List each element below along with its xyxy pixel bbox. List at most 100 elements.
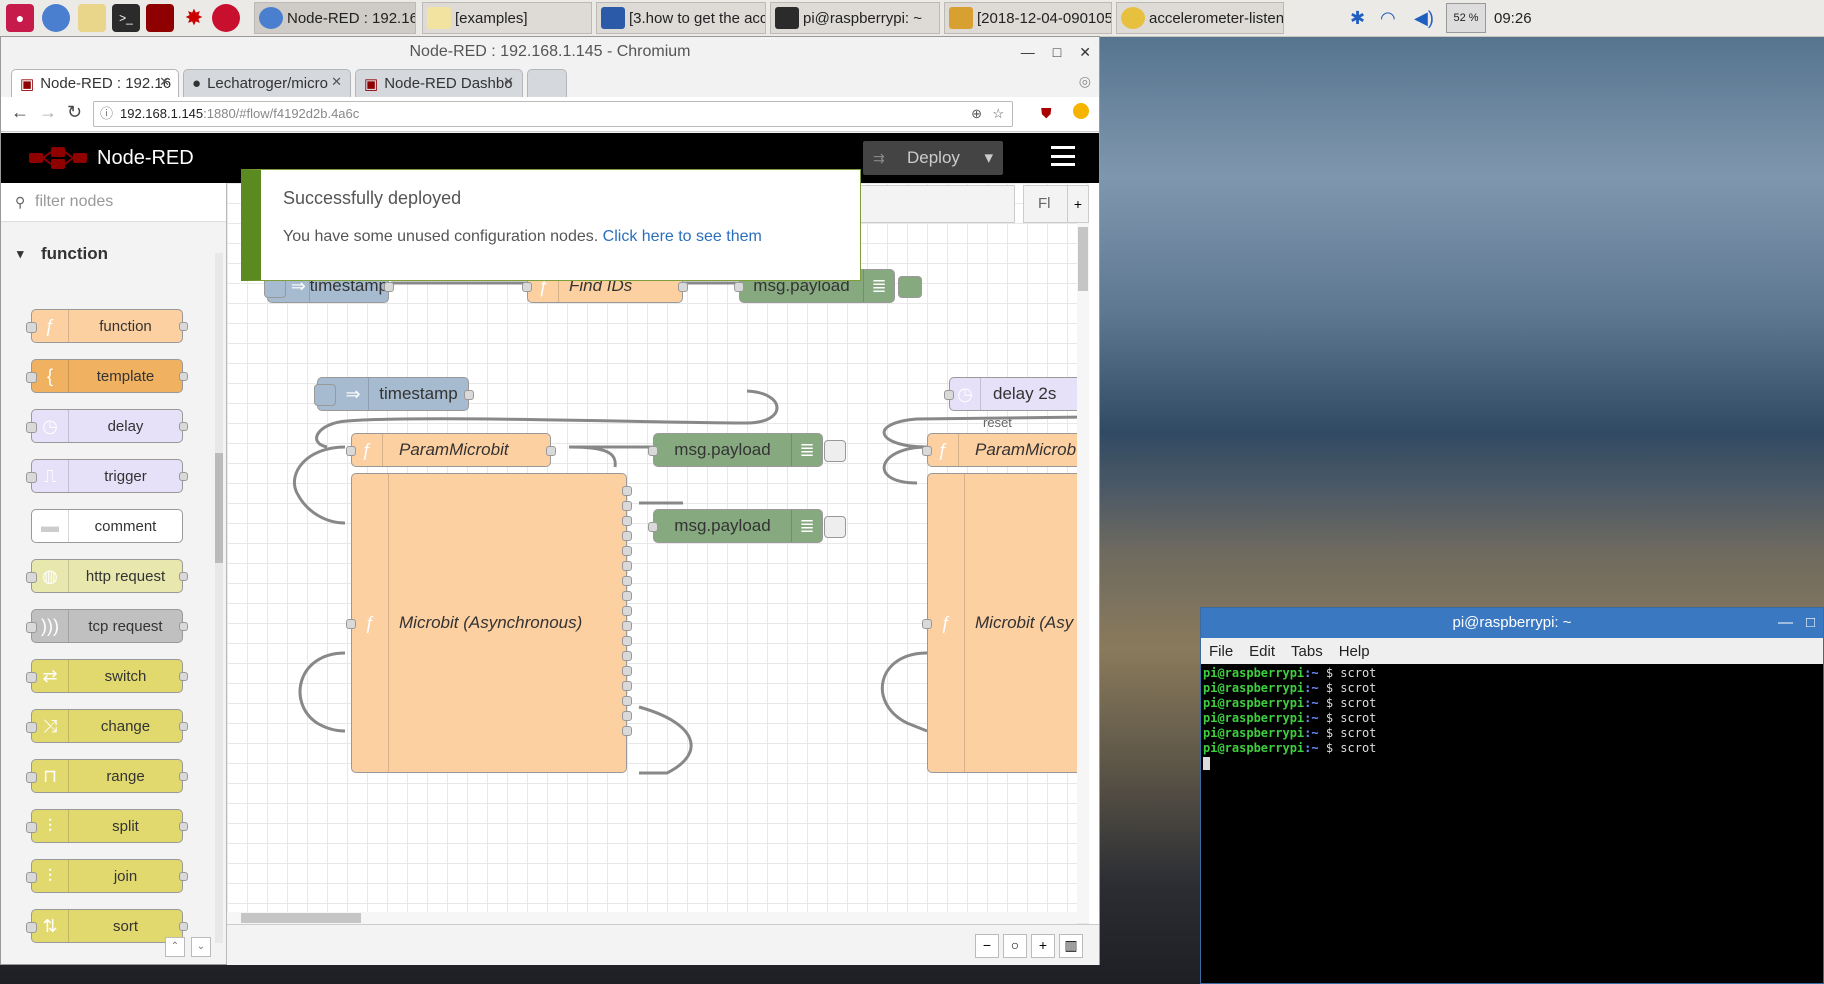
navigator-map-icon[interactable]: ▥ xyxy=(1059,934,1083,958)
menu-icon[interactable] xyxy=(1051,146,1075,166)
palette-node[interactable]: ⊓ range xyxy=(26,759,188,793)
tab-close-icon[interactable]: ✕ xyxy=(331,74,342,90)
wolfram-icon[interactable] xyxy=(212,4,240,32)
input-port[interactable] xyxy=(648,522,658,532)
collapse-all-icon[interactable]: ⌃ xyxy=(165,937,185,957)
function-node-param-microbit-2[interactable]: ƒ ParamMicrob xyxy=(922,433,1089,467)
input-port[interactable] xyxy=(522,282,532,292)
output-port[interactable] xyxy=(622,681,632,691)
output-port[interactable] xyxy=(622,561,632,571)
function-node-param-microbit[interactable]: ƒ ParamMicrobit xyxy=(346,433,556,467)
output-port[interactable] xyxy=(622,591,632,601)
tab-close-icon[interactable]: ✕ xyxy=(159,74,170,90)
palette-node[interactable]: ◷ delay xyxy=(26,409,188,443)
minimize-icon[interactable]: — xyxy=(1778,608,1793,638)
output-port[interactable] xyxy=(622,516,632,526)
zoom-in-icon[interactable]: + xyxy=(1031,934,1055,958)
info-icon[interactable]: ⓘ xyxy=(100,102,113,126)
palette-node[interactable]: ƒ function xyxy=(26,309,188,343)
menu-help[interactable]: Help xyxy=(1339,643,1370,660)
output-port[interactable] xyxy=(622,501,632,511)
input-port[interactable] xyxy=(346,619,356,629)
unused-config-link[interactable]: Click here to see them xyxy=(603,228,762,245)
zoom-out-icon[interactable]: − xyxy=(975,934,999,958)
minimize-icon[interactable]: — xyxy=(1021,37,1035,67)
palette-node[interactable]: ⎍ trigger xyxy=(26,459,188,493)
task-file-manager[interactable]: [examples] xyxy=(422,2,592,34)
new-tab-button[interactable] xyxy=(527,69,567,97)
task-chromium[interactable]: Node-RED : 192.168.... xyxy=(254,2,416,34)
palette-scrollbar-thumb[interactable] xyxy=(215,453,223,563)
output-port[interactable] xyxy=(384,282,394,292)
volume-icon[interactable]: ◀) xyxy=(1414,0,1434,36)
node-red-launcher-icon[interactable] xyxy=(146,4,174,32)
terminal-output[interactable]: pi@raspberrypi:~ $ scrot pi@raspberrypi:~… xyxy=(1201,664,1823,772)
function-node-microbit-async[interactable]: ƒ Microbit (Asynchronous) xyxy=(346,473,632,773)
task-editor[interactable]: accelerometer-listene... xyxy=(1116,2,1284,34)
inject-button[interactable] xyxy=(314,384,336,406)
output-port[interactable] xyxy=(464,390,474,400)
canvas-vertical-thumb[interactable] xyxy=(1078,227,1088,291)
profile-icon[interactable]: ◎ xyxy=(1079,73,1091,90)
chevron-down-icon[interactable]: ▾ xyxy=(984,148,993,168)
extension-warning-icon[interactable] xyxy=(1073,103,1089,119)
zoom-reset-icon[interactable]: ○ xyxy=(1003,934,1027,958)
output-port[interactable] xyxy=(622,576,632,586)
forward-icon[interactable]: → xyxy=(39,102,57,123)
input-port[interactable] xyxy=(346,446,356,456)
palette-node[interactable]: ⇄ switch xyxy=(26,659,188,693)
output-port[interactable] xyxy=(622,636,632,646)
delay-node-2s[interactable]: ◷ delay 2s xyxy=(944,377,1089,411)
tab-dashboard[interactable]: ▣ Node-RED Dashbo ✕ xyxy=(355,69,523,97)
canvas-horizontal-thumb[interactable] xyxy=(241,913,361,923)
mathematica-icon[interactable]: ✸ xyxy=(180,4,208,32)
input-port[interactable] xyxy=(922,619,932,629)
menu-file[interactable]: File xyxy=(1209,643,1233,660)
canvas-vertical-scrollbar[interactable] xyxy=(1077,223,1089,923)
debug-toggle-button[interactable] xyxy=(824,516,846,538)
output-port[interactable] xyxy=(622,726,632,736)
palette-node[interactable]: ▬ comment xyxy=(31,509,183,543)
palette-node[interactable]: {template xyxy=(26,359,188,393)
output-port[interactable] xyxy=(622,606,632,616)
address-bar[interactable]: ⓘ 192.168.1.145:1880/#flow/f4192d2b.4a6c… xyxy=(93,101,1013,127)
output-port[interactable] xyxy=(622,546,632,556)
back-icon[interactable]: ← xyxy=(11,102,29,123)
maximize-icon[interactable]: □ xyxy=(1053,37,1061,67)
flow-canvas[interactable]: 1 Fl + xyxy=(227,183,1089,924)
palette-node[interactable]: ⇅ sort xyxy=(26,909,188,943)
zoom-icon[interactable]: ⊕ xyxy=(971,102,982,126)
output-port[interactable] xyxy=(622,531,632,541)
tab-github[interactable]: ● Lechatroger/micro ✕ xyxy=(183,69,351,97)
deploy-button[interactable]: ⇉ Deploy ▾ xyxy=(863,141,1003,175)
wifi-icon[interactable]: ◠ xyxy=(1380,0,1396,36)
input-port[interactable] xyxy=(648,446,658,456)
input-port[interactable] xyxy=(922,446,932,456)
task-image-viewer[interactable]: [2018-12-04-090105_... xyxy=(944,2,1112,34)
output-port[interactable] xyxy=(622,651,632,661)
output-port[interactable] xyxy=(546,446,556,456)
tab-close-icon[interactable]: ✕ xyxy=(503,74,514,90)
inject-node-timestamp-2[interactable]: ⇒ timestamp xyxy=(314,377,474,411)
task-terminal[interactable]: pi@raspberrypi: ~ xyxy=(770,2,940,34)
output-port[interactable] xyxy=(622,486,632,496)
filter-nodes-input[interactable]: ⚲ filter nodes xyxy=(1,183,226,222)
close-icon[interactable]: ✕ xyxy=(1079,37,1091,67)
expand-all-icon[interactable]: ⌄ xyxy=(191,937,211,957)
maximize-icon[interactable]: □ xyxy=(1806,608,1815,638)
debug-toggle-button[interactable] xyxy=(824,440,846,462)
output-port[interactable] xyxy=(678,282,688,292)
output-port[interactable] xyxy=(622,711,632,721)
tab-node-red[interactable]: ▣ Node-RED : 192.16 ✕ xyxy=(11,69,179,97)
terminal-launcher-icon[interactable]: >_ xyxy=(112,4,140,32)
output-port[interactable] xyxy=(622,696,632,706)
function-node-microbit-async-2[interactable]: ƒ Microbit (Asy xyxy=(922,473,1089,773)
menu-tabs[interactable]: Tabs xyxy=(1291,643,1323,660)
input-port[interactable] xyxy=(734,282,744,292)
menu-edit[interactable]: Edit xyxy=(1249,643,1275,660)
debug-node-msg-payload-3[interactable]: msg.payload ≣ xyxy=(648,509,846,543)
palette-node[interactable]: ))) tcp request xyxy=(26,609,188,643)
raspberry-menu-icon[interactable]: ● xyxy=(6,4,34,32)
output-port[interactable] xyxy=(622,666,632,676)
input-port[interactable] xyxy=(944,390,954,400)
